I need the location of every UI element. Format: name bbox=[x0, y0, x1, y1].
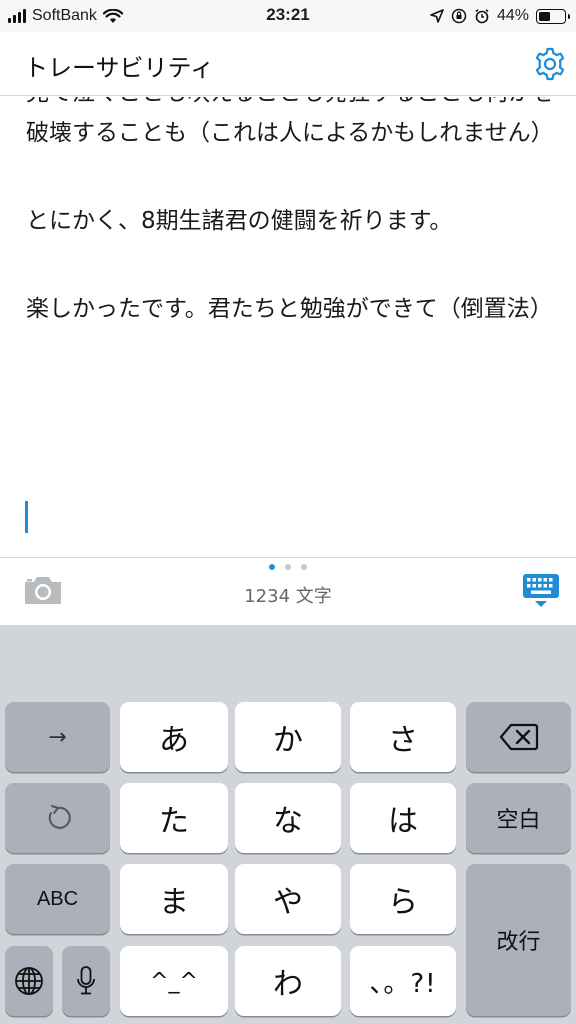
key-ya[interactable]: や bbox=[235, 864, 341, 934]
key-label: わ bbox=[273, 967, 303, 1002]
key-label: さ bbox=[388, 723, 418, 758]
key-label: ら bbox=[388, 885, 418, 920]
orientation-lock-icon bbox=[451, 8, 467, 24]
delete-key[interactable] bbox=[466, 702, 571, 772]
editor-text[interactable]: 見て泣くことも吠えることも発狂することも何かを破壊することも（これは人によるかも… bbox=[26, 97, 556, 329]
key-label: た bbox=[159, 804, 189, 839]
key-ra[interactable]: ら bbox=[350, 864, 456, 934]
page-dot bbox=[301, 564, 307, 570]
punctuation-key[interactable]: 、。?! bbox=[350, 946, 456, 1016]
globe-key[interactable] bbox=[5, 946, 53, 1016]
dictation-key[interactable] bbox=[62, 946, 110, 1016]
alarm-icon bbox=[475, 9, 489, 24]
key-label: や bbox=[273, 885, 303, 920]
key-label: ま bbox=[159, 885, 189, 920]
abc-key[interactable]: ABC bbox=[5, 864, 110, 934]
battery-icon bbox=[536, 8, 570, 24]
next-candidate-key[interactable]: → bbox=[5, 702, 110, 772]
microphone-icon bbox=[77, 966, 95, 995]
editor-toolbar: 1234 文字 bbox=[0, 557, 576, 625]
page-title: トレーサビリティ bbox=[24, 54, 215, 82]
app-header: トレーサビリティ bbox=[0, 32, 576, 96]
text-cursor bbox=[25, 501, 28, 533]
key-a[interactable]: あ bbox=[120, 702, 228, 772]
editor-area[interactable]: 見て泣くことも吠えることも発狂することも何かを破壊することも（これは人によるかも… bbox=[0, 97, 576, 557]
key-label: あ bbox=[159, 723, 189, 758]
location-icon bbox=[430, 9, 444, 23]
key-label: か bbox=[273, 723, 303, 758]
key-label: 空白 bbox=[496, 808, 541, 833]
battery-percent: 44% bbox=[496, 7, 529, 24]
key-na[interactable]: な bbox=[235, 783, 341, 853]
page-dot bbox=[285, 564, 291, 570]
paragraph: 見て泣くことも吠えることも発狂することも何かを破壊することも（これは人によるかも… bbox=[26, 97, 554, 146]
key-ma[interactable]: ま bbox=[120, 864, 228, 934]
page-indicator[interactable] bbox=[0, 564, 576, 570]
emoticon-key[interactable]: ^_^ bbox=[120, 946, 228, 1016]
key-sa[interactable]: さ bbox=[350, 702, 456, 772]
key-label: 改行 bbox=[496, 930, 541, 955]
undo-icon bbox=[48, 805, 71, 829]
undo-key[interactable] bbox=[5, 783, 110, 853]
battery-level bbox=[539, 11, 550, 21]
paragraph: とにかく、8期生諸君の健闘を祈ります。 bbox=[26, 208, 453, 234]
key-ta[interactable]: た bbox=[120, 783, 228, 853]
backspace-icon bbox=[499, 723, 538, 751]
key-label: ^_^ bbox=[150, 968, 198, 994]
character-count: 1234 文字 bbox=[244, 586, 332, 607]
gear-icon bbox=[535, 47, 565, 81]
key-wa[interactable]: わ bbox=[235, 946, 341, 1016]
return-key[interactable]: 改行 bbox=[466, 864, 571, 1016]
status-right: 44% bbox=[430, 5, 570, 27]
key-label: 、。?! bbox=[369, 968, 437, 999]
settings-button[interactable] bbox=[528, 42, 572, 86]
key-label: ABC bbox=[36, 887, 79, 910]
key-ha[interactable]: は bbox=[350, 783, 456, 853]
globe-icon bbox=[15, 967, 43, 995]
hide-keyboard-button[interactable] bbox=[522, 573, 560, 609]
key-ka[interactable]: か bbox=[235, 702, 341, 772]
key-label: は bbox=[388, 804, 418, 839]
space-key[interactable]: 空白 bbox=[466, 783, 571, 853]
flick-keyboard: → あ か さ た な は 空白 ABC ま や ら 改行 ^_^ わ 、。?! bbox=[0, 625, 576, 1024]
page-dot-active bbox=[269, 564, 275, 570]
key-label: → bbox=[48, 724, 67, 750]
keyboard-hide-icon bbox=[523, 574, 559, 607]
status-bar: SoftBank 23:21 44% bbox=[0, 0, 576, 32]
paragraph: 楽しかったです。君たちと勉強ができて（倒置法） bbox=[26, 296, 553, 322]
key-label: な bbox=[273, 804, 303, 839]
